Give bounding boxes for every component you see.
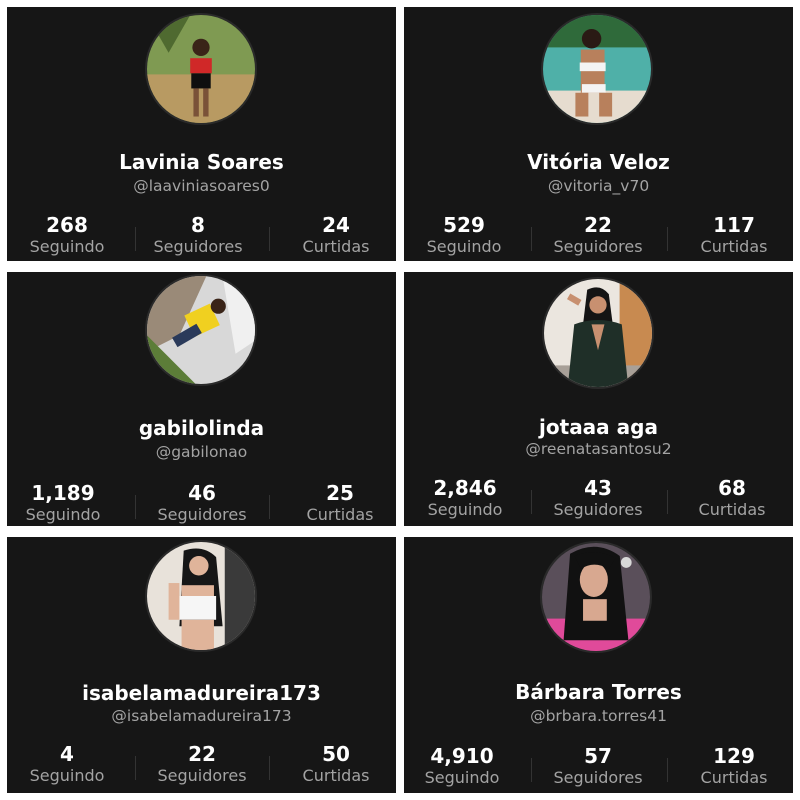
avatar[interactable] (145, 274, 257, 386)
avatar-photo (542, 543, 650, 651)
stat-followers[interactable]: 8 Seguidores (133, 213, 263, 257)
avatar-photo (543, 15, 651, 123)
avatar-photo (147, 276, 255, 384)
profile-name: Lavinia Soares (119, 150, 284, 174)
stat-divider (269, 227, 270, 251)
profile-handle: @laaviniasoares0 (133, 177, 270, 195)
avatar[interactable] (541, 13, 653, 125)
stat-following[interactable]: 2,846 Seguindo (404, 476, 530, 520)
stat-following-label: Seguindo (25, 505, 101, 524)
profile-name: jotaaa aga (539, 415, 658, 439)
stat-likes[interactable]: 129 Curtidas (669, 744, 793, 788)
stat-followers-count: 46 (188, 481, 216, 505)
stat-divider (135, 495, 136, 519)
stat-likes[interactable]: 50 Curtidas (271, 742, 396, 786)
stat-followers[interactable]: 22 Seguidores (533, 213, 663, 257)
stat-divider (667, 227, 668, 251)
stat-following-label: Seguindo (427, 500, 503, 519)
stat-likes[interactable]: 24 Curtidas (271, 213, 396, 257)
stat-likes[interactable]: 68 Curtidas (667, 476, 793, 520)
stat-following-count: 529 (443, 213, 485, 237)
avatar-photo (147, 542, 255, 650)
stat-likes-count: 25 (326, 481, 354, 505)
stat-following-label: Seguindo (424, 768, 500, 787)
stat-followers-label: Seguidores (553, 500, 643, 519)
stat-following-count: 1,189 (31, 481, 95, 505)
stat-followers[interactable]: 22 Seguidores (137, 742, 267, 786)
profile-card: Bárbara Torres @brbara.torres41 4,910 Se… (404, 537, 793, 793)
profile-name: gabilolinda (138, 416, 265, 440)
stat-following-count: 2,846 (433, 476, 497, 500)
stat-divider (531, 758, 532, 782)
profile-handle: @reenatasantosu2 (525, 440, 672, 458)
stat-followers[interactable]: 57 Seguidores (533, 744, 663, 788)
profile-card: Lavinia Soares @laaviniasoares0 268 Segu… (7, 7, 396, 261)
stat-divider (269, 495, 270, 519)
stat-likes-label: Curtidas (698, 500, 766, 519)
stat-following-label: Seguindo (29, 237, 105, 256)
profile-name: isabelamadureira173 (82, 681, 321, 705)
stat-divider (667, 758, 668, 782)
stat-following[interactable]: 1,189 Seguindo (7, 481, 128, 525)
profile-handle: @isabelamadureira173 (111, 707, 292, 725)
stat-likes[interactable]: 25 Curtidas (275, 481, 396, 525)
profile-handle: @brbara.torres41 (530, 707, 667, 725)
stat-likes-label: Curtidas (700, 768, 768, 787)
profile-card: jotaaa aga @reenatasantosu2 2,846 Seguin… (404, 272, 793, 526)
stat-following[interactable]: 4 Seguindo (7, 742, 132, 786)
stat-following-label: Seguindo (426, 237, 502, 256)
stat-likes-label: Curtidas (302, 237, 370, 256)
avatar-photo (544, 279, 652, 387)
stat-likes-count: 24 (322, 213, 350, 237)
profile-handle: @gabilonao (155, 443, 248, 461)
stat-followers-count: 22 (188, 742, 216, 766)
profile-name: Vitória Veloz (527, 150, 670, 174)
avatar[interactable] (540, 541, 652, 653)
stat-followers[interactable]: 46 Seguidores (137, 481, 267, 525)
stat-followers-count: 57 (584, 744, 612, 768)
profile-card: gabilolinda @gabilonao 1,189 Seguindo 46… (7, 272, 396, 526)
stat-followers-count: 8 (191, 213, 205, 237)
stat-likes-label: Curtidas (302, 766, 370, 785)
profile-card: Vitória Veloz @vitoria_v70 529 Seguindo … (404, 7, 793, 261)
stat-divider (531, 227, 532, 251)
stat-following[interactable]: 268 Seguindo (7, 213, 132, 257)
profile-card: isabelamadureira173 @isabelamadureira173… (7, 537, 396, 793)
stat-following-count: 268 (46, 213, 88, 237)
stat-likes-label: Curtidas (306, 505, 374, 524)
stat-followers-label: Seguidores (157, 766, 247, 785)
stat-likes-count: 129 (713, 744, 755, 768)
stat-following[interactable]: 4,910 Seguindo (404, 744, 527, 788)
avatar[interactable] (145, 13, 257, 125)
stat-divider (531, 490, 532, 514)
stat-likes-count: 50 (322, 742, 350, 766)
avatar-photo (147, 15, 255, 123)
stat-following-count: 4,910 (430, 744, 494, 768)
stat-followers-label: Seguidores (157, 505, 247, 524)
stat-likes[interactable]: 117 Curtidas (669, 213, 793, 257)
stat-followers-label: Seguidores (553, 237, 643, 256)
stat-following-label: Seguindo (29, 766, 105, 785)
stat-followers-label: Seguidores (153, 237, 243, 256)
profile-name: Bárbara Torres (515, 680, 682, 704)
stat-likes-label: Curtidas (700, 237, 768, 256)
stat-followers-count: 22 (584, 213, 612, 237)
stat-divider (135, 756, 136, 780)
profile-handle: @vitoria_v70 (547, 177, 650, 195)
stat-followers[interactable]: 43 Seguidores (533, 476, 663, 520)
stat-following-count: 4 (60, 742, 74, 766)
stat-followers-count: 43 (584, 476, 612, 500)
avatar[interactable] (145, 540, 257, 652)
avatar[interactable] (542, 277, 654, 389)
stat-likes-count: 117 (713, 213, 755, 237)
stat-divider (269, 756, 270, 780)
stat-likes-count: 68 (718, 476, 746, 500)
stat-following[interactable]: 529 Seguindo (404, 213, 529, 257)
stat-followers-label: Seguidores (553, 768, 643, 787)
